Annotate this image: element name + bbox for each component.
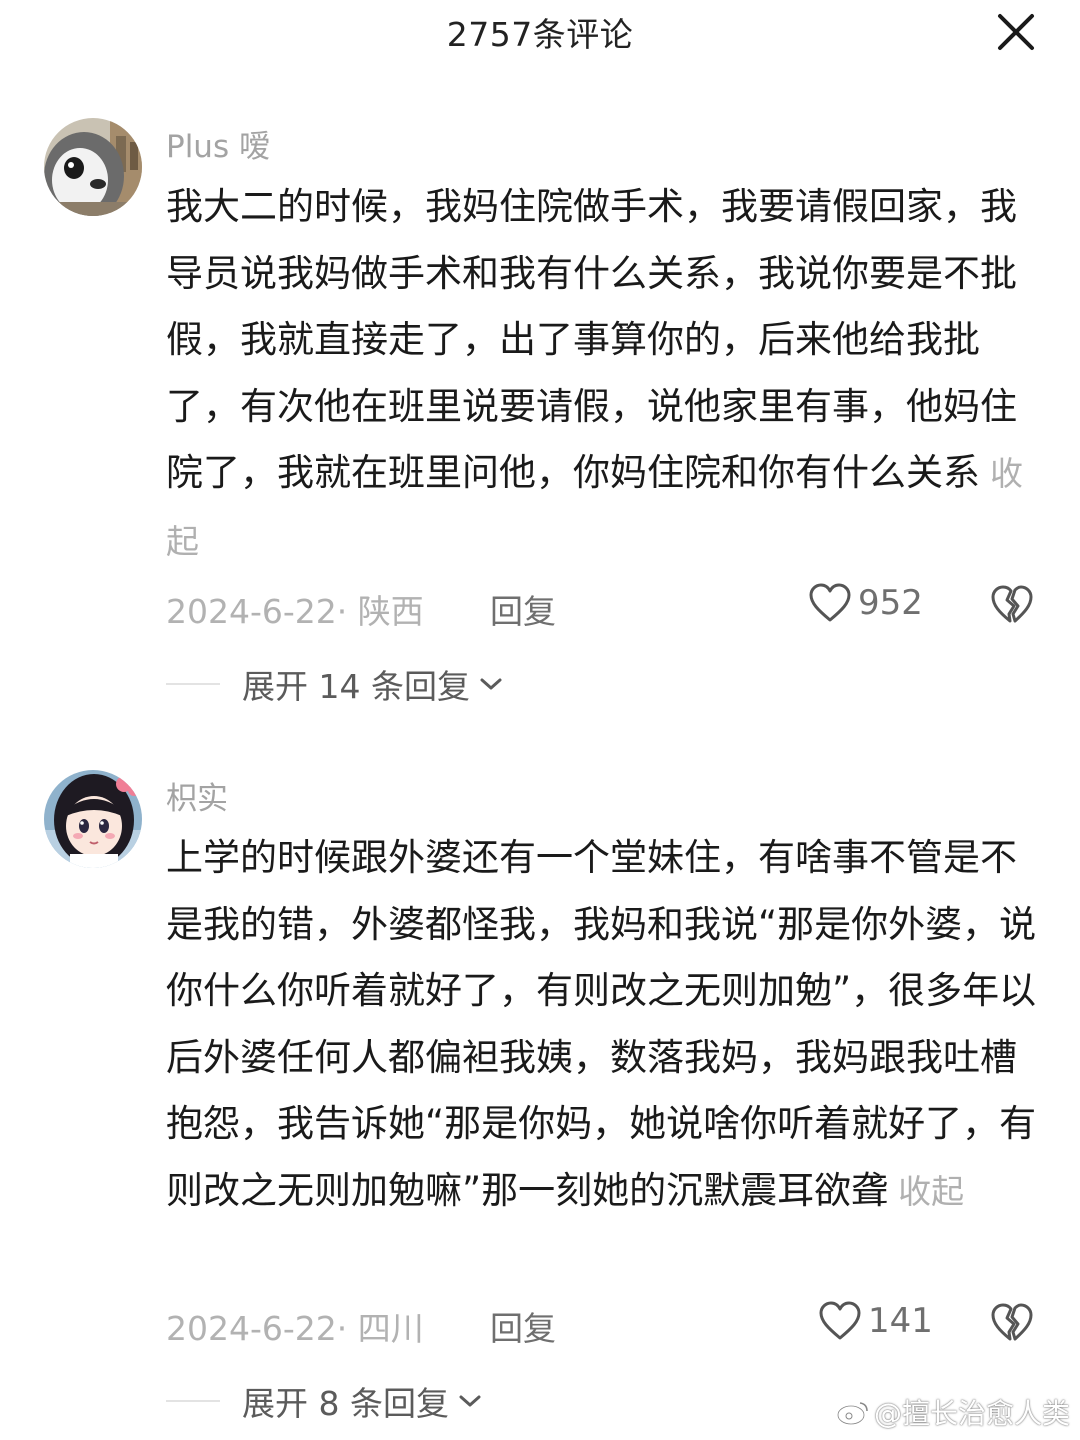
expand-replies-label[interactable]: 展开 8 条回复	[242, 1377, 449, 1425]
comment-text-block: 上学的时候跟外婆还有一个堂妹住，有啥事不管是不是我的错，外婆都怪我，我妈和我说“…	[166, 825, 1038, 1225]
reply-button[interactable]: 回复	[490, 585, 556, 633]
comment-text: 我大二的时候，我妈住院做手术，我要请假回家，我导员说我妈做手术和我有什么关系，我…	[166, 185, 1017, 494]
comments-count-title: 2757条评论	[446, 15, 634, 54]
expand-replies-label[interactable]: 展开 14 条回复	[242, 660, 470, 708]
dislike-button[interactable]	[990, 1302, 1034, 1346]
comments-page: 2757条评论 Plus 嗳 我大二的时候，我妈住院做手术，我要请假回家，我导员…	[0, 0, 1080, 1440]
username[interactable]: 枳实	[166, 773, 228, 818]
close-icon	[998, 14, 1034, 50]
expand-replies[interactable]: 展开 14 条回复	[166, 660, 504, 708]
expand-replies[interactable]: 展开 8 条回复	[166, 1377, 483, 1425]
broken-heart-icon	[991, 1303, 1033, 1341]
comments-header: 2757条评论	[0, 0, 1080, 62]
comment-text-block: 我大二的时候，我妈住院做手术，我要请假回家，我导员说我妈做手术和我有什么关系，我…	[166, 174, 1038, 575]
like-button[interactable]: 141	[818, 1300, 933, 1342]
broken-heart-icon	[991, 585, 1033, 623]
heart-icon	[819, 1301, 861, 1340]
like-button[interactable]: 952	[808, 582, 923, 624]
divider	[166, 683, 220, 685]
close-button[interactable]	[996, 12, 1036, 52]
avatar[interactable]	[44, 118, 142, 216]
comment-date-location: 2024-6-22· 四川	[166, 1309, 424, 1348]
comment-date-location: 2024-6-22· 陕西	[166, 592, 424, 631]
username[interactable]: Plus 嗳	[166, 121, 270, 166]
chevron-down-icon	[459, 1395, 481, 1407]
avatar[interactable]	[44, 770, 142, 868]
weibo-icon	[836, 1402, 868, 1425]
like-count: 952	[858, 583, 923, 623]
watermark: @擅长治愈人类	[836, 1392, 1070, 1432]
heart-icon	[809, 583, 851, 622]
reply-button[interactable]: 回复	[490, 1302, 556, 1350]
collapse-button[interactable]: 收起	[898, 1172, 964, 1211]
like-count: 141	[868, 1301, 933, 1341]
watermark-text: @擅长治愈人类	[873, 1397, 1070, 1430]
chevron-down-icon	[480, 678, 502, 690]
comment-text: 上学的时候跟外婆还有一个堂妹住，有啥事不管是不是我的错，外婆都怪我，我妈和我说“…	[166, 836, 1037, 1212]
dislike-button[interactable]	[990, 584, 1034, 628]
divider	[166, 1400, 220, 1402]
